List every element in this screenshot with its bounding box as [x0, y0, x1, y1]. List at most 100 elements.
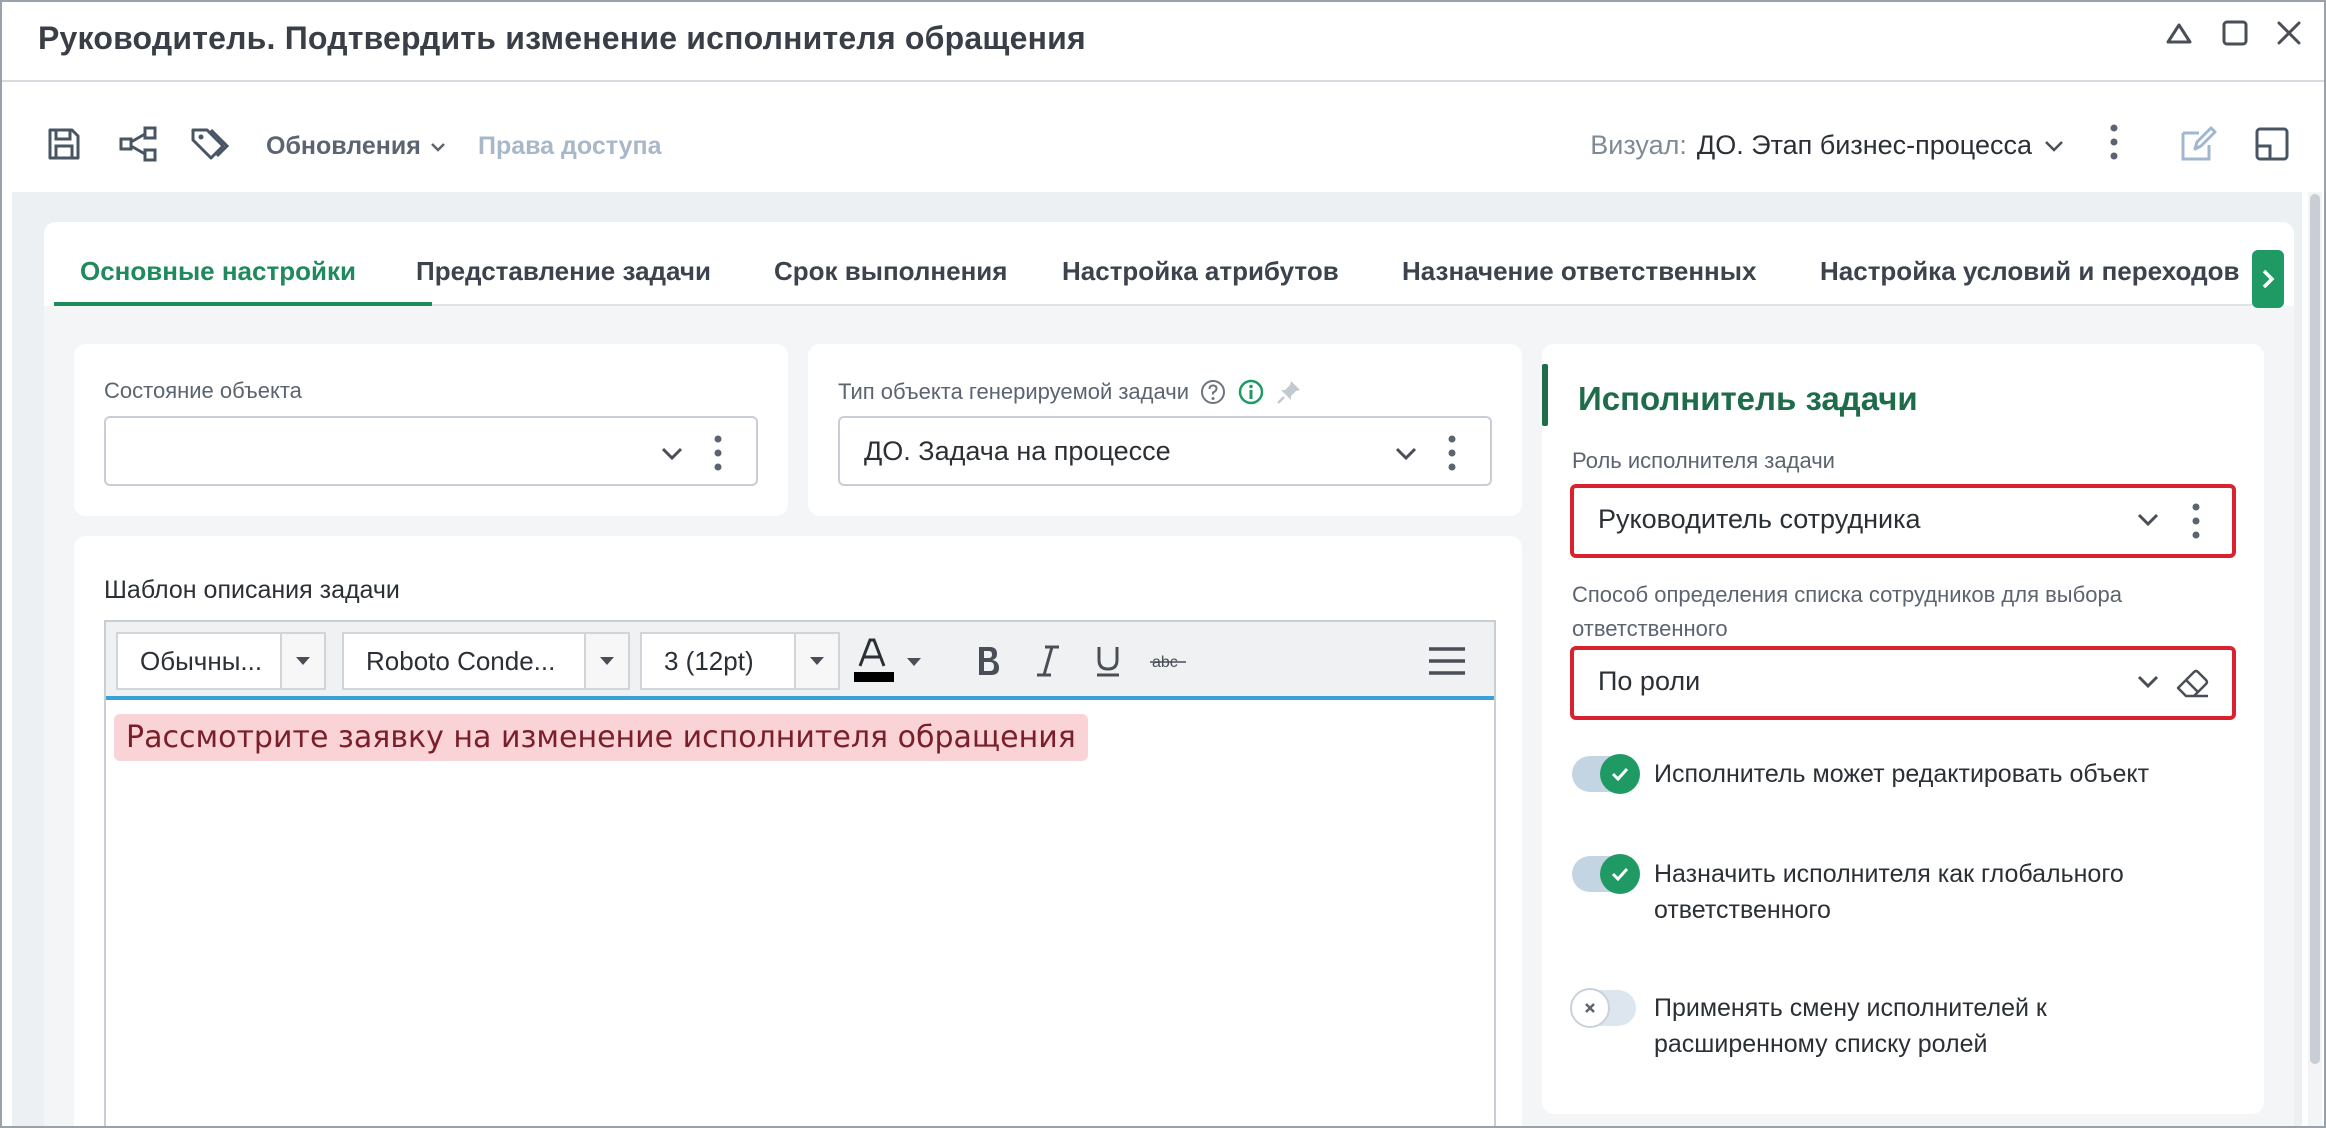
editable-toggle[interactable] [1572, 754, 1640, 794]
editor-title: Шаблон описания задачи [104, 576, 400, 604]
access-rights-link[interactable]: Права доступа [478, 132, 662, 161]
close-icon[interactable] [2272, 16, 2306, 50]
tab-task-view[interactable]: Представление задачи [416, 256, 711, 287]
global-responsible-toggle-label: Назначить исполнителя как глобального от… [1654, 860, 2124, 924]
tab-main-settings[interactable]: Основные настройки [80, 256, 356, 287]
executor-title: Исполнитель задачи [1578, 380, 1918, 417]
save-icon[interactable] [42, 122, 86, 166]
paragraph-style-value: Обычны... [140, 645, 263, 676]
tags-icon[interactable] [188, 122, 232, 166]
chevron-down-icon [1395, 447, 1417, 461]
strikethrough-button[interactable]: abc [1146, 636, 1190, 686]
window-title: Руководитель. Подтвердить изменение испо… [38, 20, 1086, 56]
global-responsible-toggle[interactable] [1572, 854, 1640, 894]
settings-panel: Основные настройки Представление задачи … [44, 222, 2294, 1126]
editable-toggle-label: Исполнитель может редактировать объект [1654, 760, 2150, 788]
layout-icon[interactable] [2250, 122, 2294, 166]
description-template-card: Шаблон описания задачи Обычны... Roboto … [74, 536, 1522, 1126]
bold-icon [979, 647, 999, 675]
more-tools-button[interactable] [1422, 636, 1472, 686]
tab-conditions[interactable]: Настройка условий и переходов [1820, 256, 2239, 287]
rich-text-editor: Обычны... Roboto Conde... 3 (12pt) abc Р… [104, 620, 1496, 1126]
share-icon[interactable] [116, 122, 160, 166]
executor-card: Исполнитель задачи Роль исполнителя зада… [1542, 344, 2264, 1114]
font-size-value: 3 (12pt) [664, 645, 754, 676]
content-area: Основные настройки Представление задачи … [12, 192, 2302, 1126]
task-type-label-row: Тип объекта генерируемой задачи [838, 378, 1303, 406]
font-family-value: Roboto Conde... [366, 645, 556, 676]
tab-deadline[interactable]: Срок выполнения [774, 256, 1007, 287]
text-color-icon [854, 638, 894, 682]
chevron-right-icon [2262, 269, 2275, 289]
chevron-down-icon [430, 142, 445, 152]
task-type-label: Тип объекта генерируемой задачи [838, 379, 1190, 404]
editor-content-text[interactable]: Рассмотрите заявку на изменение исполнит… [114, 714, 1088, 761]
visual-selector[interactable]: Визуал: ДО. Этап бизнес-процесса [1590, 130, 2066, 161]
extended-roles-toggle[interactable] [1570, 988, 1636, 1028]
chevron-down-icon [2137, 675, 2159, 689]
chevron-down-icon [661, 447, 683, 461]
object-state-select[interactable] [104, 416, 758, 486]
object-state-label: Состояние объекта [104, 378, 302, 403]
edit-icon[interactable] [2176, 122, 2220, 166]
dropdown-arrow-icon [794, 634, 838, 688]
menu-icon [1429, 647, 1465, 675]
maximize-icon[interactable] [2218, 16, 2252, 50]
active-tab-indicator [54, 302, 432, 306]
text-color-button[interactable] [850, 632, 934, 690]
more-vertical-icon[interactable] [708, 432, 728, 474]
dropdown-arrow-icon [584, 634, 628, 688]
updates-menu[interactable]: Обновления [266, 132, 447, 161]
task-type-value: ДО. Задача на процессе [864, 436, 1171, 466]
italic-icon [1037, 645, 1059, 677]
tab-responsible[interactable]: Назначение ответственных [1402, 256, 1756, 287]
check-icon [1600, 854, 1640, 894]
visual-label: Визуал: [1590, 130, 1687, 160]
check-icon [1600, 754, 1640, 794]
italic-button[interactable] [1026, 636, 1070, 686]
role-select[interactable]: Руководитель сотрудника [1570, 484, 2236, 558]
help-icon[interactable] [1199, 378, 1227, 406]
extended-roles-toggle-label: Применять смену исполнителей к расширенн… [1654, 994, 2047, 1058]
font-family-select[interactable]: Roboto Conde... [342, 632, 630, 690]
task-type-select[interactable]: ДО. Задача на процессе [838, 416, 1492, 486]
object-state-card: Состояние объекта [74, 344, 788, 516]
paragraph-style-select[interactable]: Обычны... [116, 632, 326, 690]
dropdown-arrow-icon [906, 654, 922, 672]
chevron-down-icon [2137, 513, 2159, 527]
more-vertical-icon[interactable] [2092, 120, 2136, 164]
toggle-row-global: Назначить исполнителя как глобального от… [1572, 854, 2194, 928]
info-icon[interactable] [1237, 378, 1265, 406]
updates-label: Обновления [266, 132, 421, 160]
x-icon [1570, 988, 1610, 1028]
method-value: По роли [1598, 666, 1701, 696]
visual-value: ДО. Этап бизнес-процесса [1696, 130, 2032, 160]
dialog-window: Руководитель. Подтвердить изменение испо… [0, 0, 2326, 1128]
strikethrough-icon: abc [1150, 654, 1186, 671]
scrollbar-thumb[interactable] [2310, 194, 2320, 1064]
tab-bar: Основные настройки Представление задачи … [44, 222, 2294, 308]
chevron-down-icon [2045, 140, 2063, 152]
method-label: Способ определения списка сотрудников дл… [1572, 582, 2122, 641]
underline-button[interactable] [1086, 636, 1130, 686]
role-label: Роль исполнителя задачи [1572, 448, 1835, 473]
tab-attributes[interactable]: Настройка атрибутов [1062, 256, 1339, 287]
more-vertical-icon[interactable] [1442, 432, 1462, 474]
bold-button[interactable] [966, 636, 1010, 686]
underline-icon [1097, 647, 1119, 677]
title-bar: Руководитель. Подтвердить изменение испо… [2, 2, 2324, 82]
role-value: Руководитель сотрудника [1598, 504, 1921, 534]
method-select[interactable]: По роли [1570, 646, 2236, 720]
tabs-scroll-right-button[interactable] [2252, 250, 2284, 308]
dropdown-arrow-icon [280, 634, 324, 688]
editor-toolbar: Обычны... Roboto Conde... 3 (12pt) abc [106, 622, 1494, 700]
toolbar: Обновления Права доступа Визуал: ДО. Эта… [2, 84, 2324, 192]
font-size-select[interactable]: 3 (12pt) [640, 632, 840, 690]
pin-icon[interactable] [1275, 378, 1303, 406]
collapse-icon[interactable] [2162, 16, 2196, 50]
toggle-row-extended-roles: Применять смену исполнителей к расширенн… [1570, 988, 2134, 1062]
eraser-icon[interactable] [2174, 664, 2212, 702]
section-accent-bar [1542, 364, 1548, 426]
more-vertical-icon[interactable] [2186, 500, 2206, 542]
task-type-card: Тип объекта генерируемой задачи ДО. Зада… [808, 344, 1522, 516]
